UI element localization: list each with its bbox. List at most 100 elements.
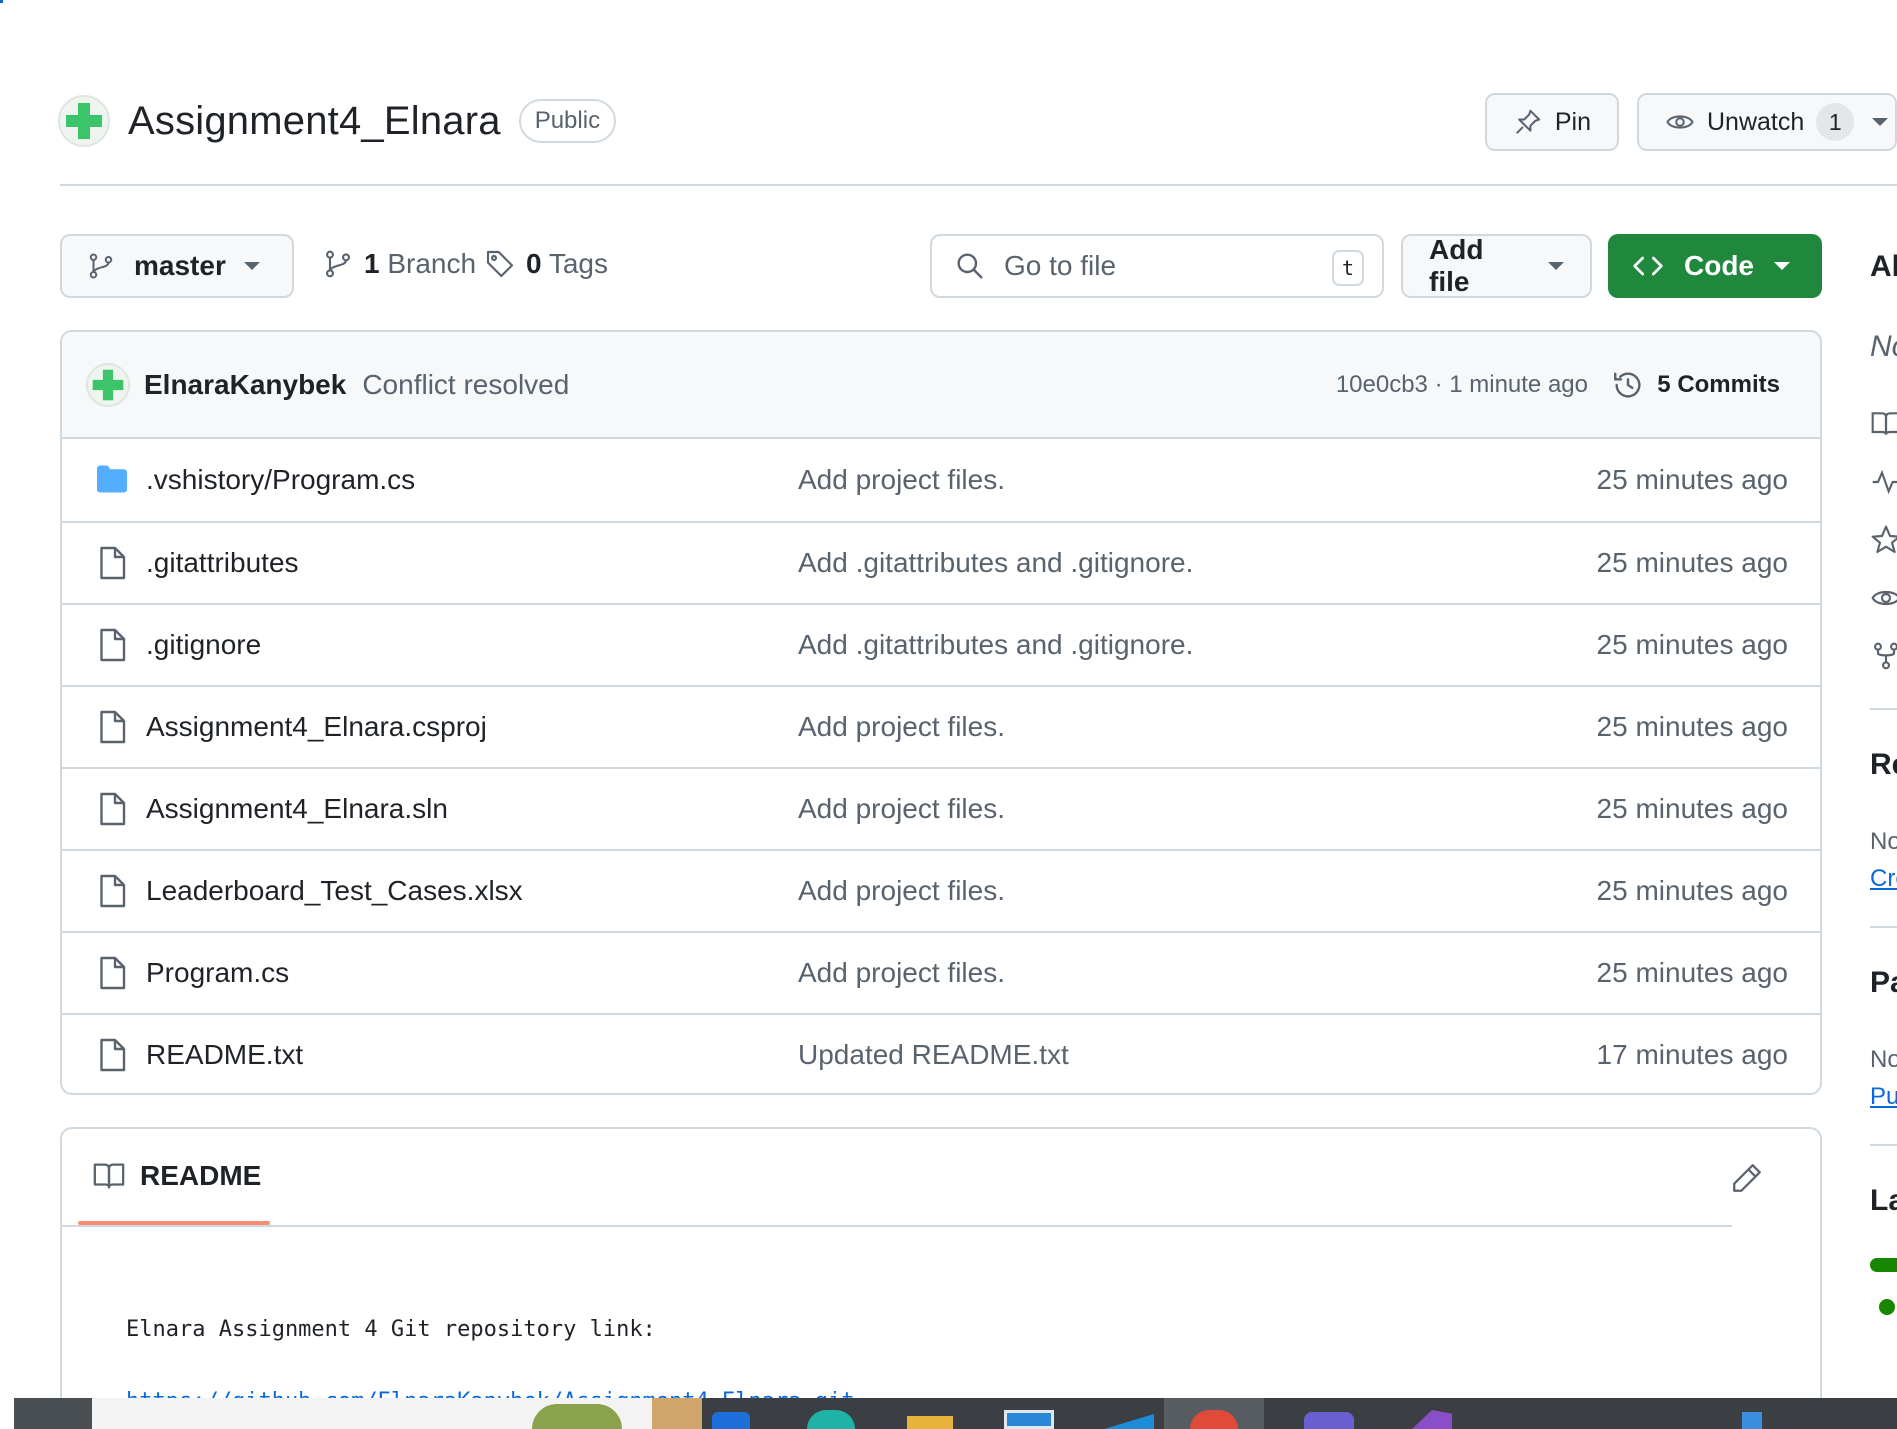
sidebar-divider — [1870, 1144, 1897, 1146]
file-name[interactable]: Assignment4_Elnara.sln — [146, 793, 448, 825]
file-last-commit[interactable]: Add project files. — [798, 464, 1005, 496]
code-button[interactable]: Code — [1608, 234, 1822, 298]
file-row[interactable]: .gitattributes Add .gitattributes and .gi… — [62, 521, 1820, 603]
book-icon[interactable] — [1870, 408, 1897, 440]
tags-link[interactable]: 0 Tags — [484, 248, 608, 280]
file-last-commit[interactable]: Add project files. — [798, 793, 1005, 825]
file-row[interactable]: Leaderboard_Test_Cases.xlsx Add project f… — [62, 849, 1820, 931]
file-last-commit[interactable]: Add .gitattributes and .gitignore. — [798, 629, 1193, 661]
file-name[interactable]: .vshistory/Program.cs — [146, 464, 415, 496]
add-file-label: Add file — [1429, 234, 1484, 297]
file-last-commit[interactable]: Add .gitattributes and .gitignore. — [798, 547, 1193, 579]
file-updated-time: 25 minutes ago — [1596, 875, 1788, 906]
file-updated-time: 25 minutes ago — [1596, 464, 1788, 495]
file-last-commit[interactable]: Add project files. — [798, 875, 1005, 907]
teams-icon[interactable] — [1304, 1412, 1354, 1429]
file-updated-time: 17 minutes ago — [1596, 1039, 1788, 1070]
chevron-down-icon[interactable] — [1872, 118, 1889, 126]
taskbar-search-box[interactable] — [92, 1398, 702, 1429]
publish-package-link[interactable]: Pu — [1870, 1083, 1897, 1111]
fork-icon[interactable] — [1870, 640, 1897, 672]
branch-name: master — [134, 250, 226, 281]
owner-avatar[interactable] — [58, 95, 110, 147]
readme-tab[interactable]: README — [92, 1159, 261, 1193]
go-to-file-input[interactable]: Go to file t — [930, 234, 1384, 298]
readme-divider — [62, 1225, 1732, 1227]
branch-select-button[interactable]: master — [60, 234, 294, 298]
languages-heading: La — [1870, 1184, 1897, 1217]
packages-empty-text: No — [1870, 1046, 1897, 1073]
identicon-icon — [66, 103, 102, 139]
store-icon[interactable] — [1004, 1410, 1054, 1429]
file-icon — [94, 709, 130, 745]
file-icon — [94, 791, 130, 827]
keyboard-shortcut-hint: t — [1332, 250, 1364, 286]
file-updated-time: 25 minutes ago — [1596, 629, 1788, 660]
identicon-icon — [92, 369, 124, 400]
chrome-icon[interactable] — [1190, 1410, 1238, 1429]
go-to-file-placeholder: Go to file — [1004, 250, 1117, 281]
history-icon — [1614, 371, 1641, 398]
mail-icon[interactable] — [1104, 1414, 1154, 1429]
file-name[interactable]: Assignment4_Elnara.csproj — [146, 711, 487, 743]
file-last-commit[interactable]: Add project files. — [798, 711, 1005, 743]
unwatch-label: Unwatch — [1707, 107, 1805, 136]
commit-hash-time[interactable]: 10e0cb3 · 1 minute ago — [1336, 371, 1588, 399]
file-last-commit[interactable]: Add project files. — [798, 957, 1005, 989]
branch-word: Branch — [387, 248, 477, 279]
file-row[interactable]: Assignment4_Elnara.sln Add project files.… — [62, 767, 1820, 849]
unwatch-button[interactable]: Unwatch 1 — [1637, 93, 1897, 151]
add-file-button[interactable]: Add file — [1401, 234, 1592, 298]
tag-count: 0 — [526, 248, 542, 279]
book-icon — [93, 1163, 125, 1189]
sidebar-divider — [1870, 926, 1897, 928]
branches-link[interactable]: 1 Branch — [322, 248, 476, 280]
file-row[interactable]: Assignment4_Elnara.csproj Add project fil… — [62, 685, 1820, 767]
packages-heading[interactable]: Pa — [1870, 966, 1897, 1000]
commit-author[interactable]: ElnaraKanybek — [144, 369, 346, 401]
app-icon[interactable] — [712, 1412, 750, 1429]
readme-panel: README Elnara Assignment 4 Git repositor… — [60, 1127, 1822, 1429]
pin-button[interactable]: Pin — [1485, 93, 1619, 151]
star-icon[interactable] — [1870, 524, 1897, 556]
branch-icon — [89, 253, 113, 279]
pencil-icon[interactable] — [1730, 1161, 1764, 1195]
chevron-down-icon — [1548, 262, 1564, 270]
pin-label: Pin — [1554, 107, 1591, 136]
visual-studio-icon[interactable] — [1412, 1410, 1452, 1429]
file-row[interactable]: .vshistory/Program.cs Add project files. 2… — [62, 439, 1820, 521]
search-icon — [957, 253, 983, 279]
releases-heading[interactable]: Re — [1870, 748, 1897, 782]
eye-icon[interactable] — [1870, 582, 1897, 614]
visibility-badge: Public — [518, 99, 617, 143]
edge-browser-icon[interactable] — [807, 1410, 855, 1429]
file-explorer-icon[interactable] — [907, 1416, 953, 1429]
corner-marker — [0, 0, 3, 3]
tray-icon[interactable] — [1742, 1412, 1762, 1429]
file-list: .vshistory/Program.cs Add project files. 2… — [62, 439, 1820, 1093]
create-release-link[interactable]: Cre — [1870, 865, 1897, 893]
commit-author-avatar[interactable] — [86, 362, 130, 407]
file-row[interactable]: .gitignore Add .gitattributes and .gitign… — [62, 603, 1820, 685]
branch-icon — [325, 250, 351, 278]
header-actions: Pin Unwatch 1 — [1485, 93, 1897, 151]
repo-title[interactable]: Assignment4_Elnara — [128, 99, 501, 144]
sidebar-divider — [1870, 708, 1897, 710]
latest-commit-bar: ElnaraKanybek Conflict resolved 10e0cb3 … — [62, 332, 1820, 439]
file-row[interactable]: Program.cs Add project files. 25 minutes a… — [62, 931, 1820, 1013]
language-dot — [1879, 1299, 1895, 1315]
readme-line: Elnara Assignment 4 Git repository link: — [126, 1317, 656, 1342]
repo-toolbar: master 1 Branch 0 Tags Go to file t Add … — [60, 234, 1822, 298]
activity-icon[interactable] — [1870, 466, 1897, 498]
file-name[interactable]: .gitattributes — [146, 547, 299, 579]
file-name[interactable]: Leaderboard_Test_Cases.xlsx — [146, 875, 523, 907]
file-icon — [94, 873, 130, 909]
file-last-commit[interactable]: Updated README.txt — [798, 1039, 1069, 1071]
file-name[interactable]: .gitignore — [146, 629, 261, 661]
start-button[interactable] — [14, 1398, 92, 1429]
commit-message[interactable]: Conflict resolved — [362, 369, 569, 401]
commits-history-link[interactable]: 5 Commits — [1611, 368, 1780, 402]
file-name[interactable]: Program.cs — [146, 957, 289, 989]
file-row[interactable]: README.txt Updated README.txt 17 minutes a… — [62, 1013, 1820, 1093]
file-name[interactable]: README.txt — [146, 1039, 303, 1071]
